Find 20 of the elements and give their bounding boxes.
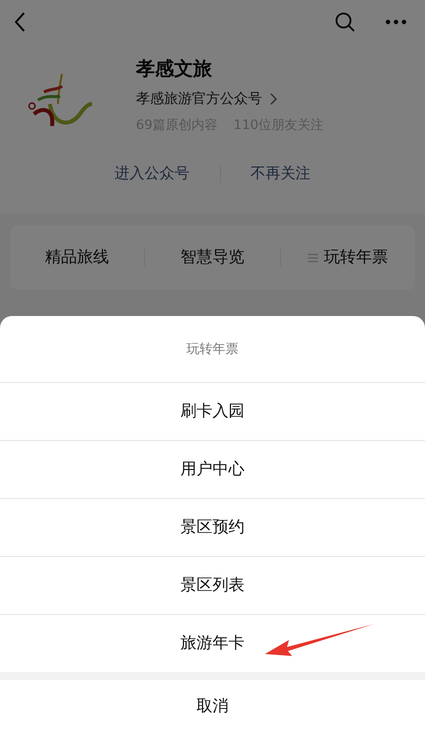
sheet-item[interactable]: 刷卡入园: [0, 383, 425, 441]
menu-label: 玩转年票: [324, 247, 388, 268]
sheet-item[interactable]: 旅游年卡: [0, 615, 425, 672]
sheet-item[interactable]: 景区列表: [0, 557, 425, 615]
back-icon[interactable]: [14, 12, 26, 32]
menu-item[interactable]: 智慧导览: [145, 247, 280, 268]
account-name: 孝感文旅: [136, 57, 213, 82]
sheet-item[interactable]: 用户中心: [0, 441, 425, 499]
menu-label: 精品旅线: [45, 247, 110, 268]
menu-label: 智慧导览: [180, 247, 244, 268]
more-icon[interactable]: [385, 19, 407, 25]
chevron-icon[interactable]: [270, 93, 277, 105]
link-button[interactable]: 不再关注: [220, 158, 340, 189]
sheet-item[interactable]: 景区预约: [0, 499, 425, 557]
link-button[interactable]: 进入公众号: [84, 158, 220, 189]
sheet-title: 玩转年票: [0, 316, 425, 383]
menu-item[interactable]: 玩转年票: [280, 247, 415, 268]
search-icon[interactable]: [335, 12, 355, 32]
menu-item[interactable]: 精品旅线: [10, 247, 144, 268]
account-description[interactable]: 孝感旅游官方公众号: [136, 90, 262, 108]
